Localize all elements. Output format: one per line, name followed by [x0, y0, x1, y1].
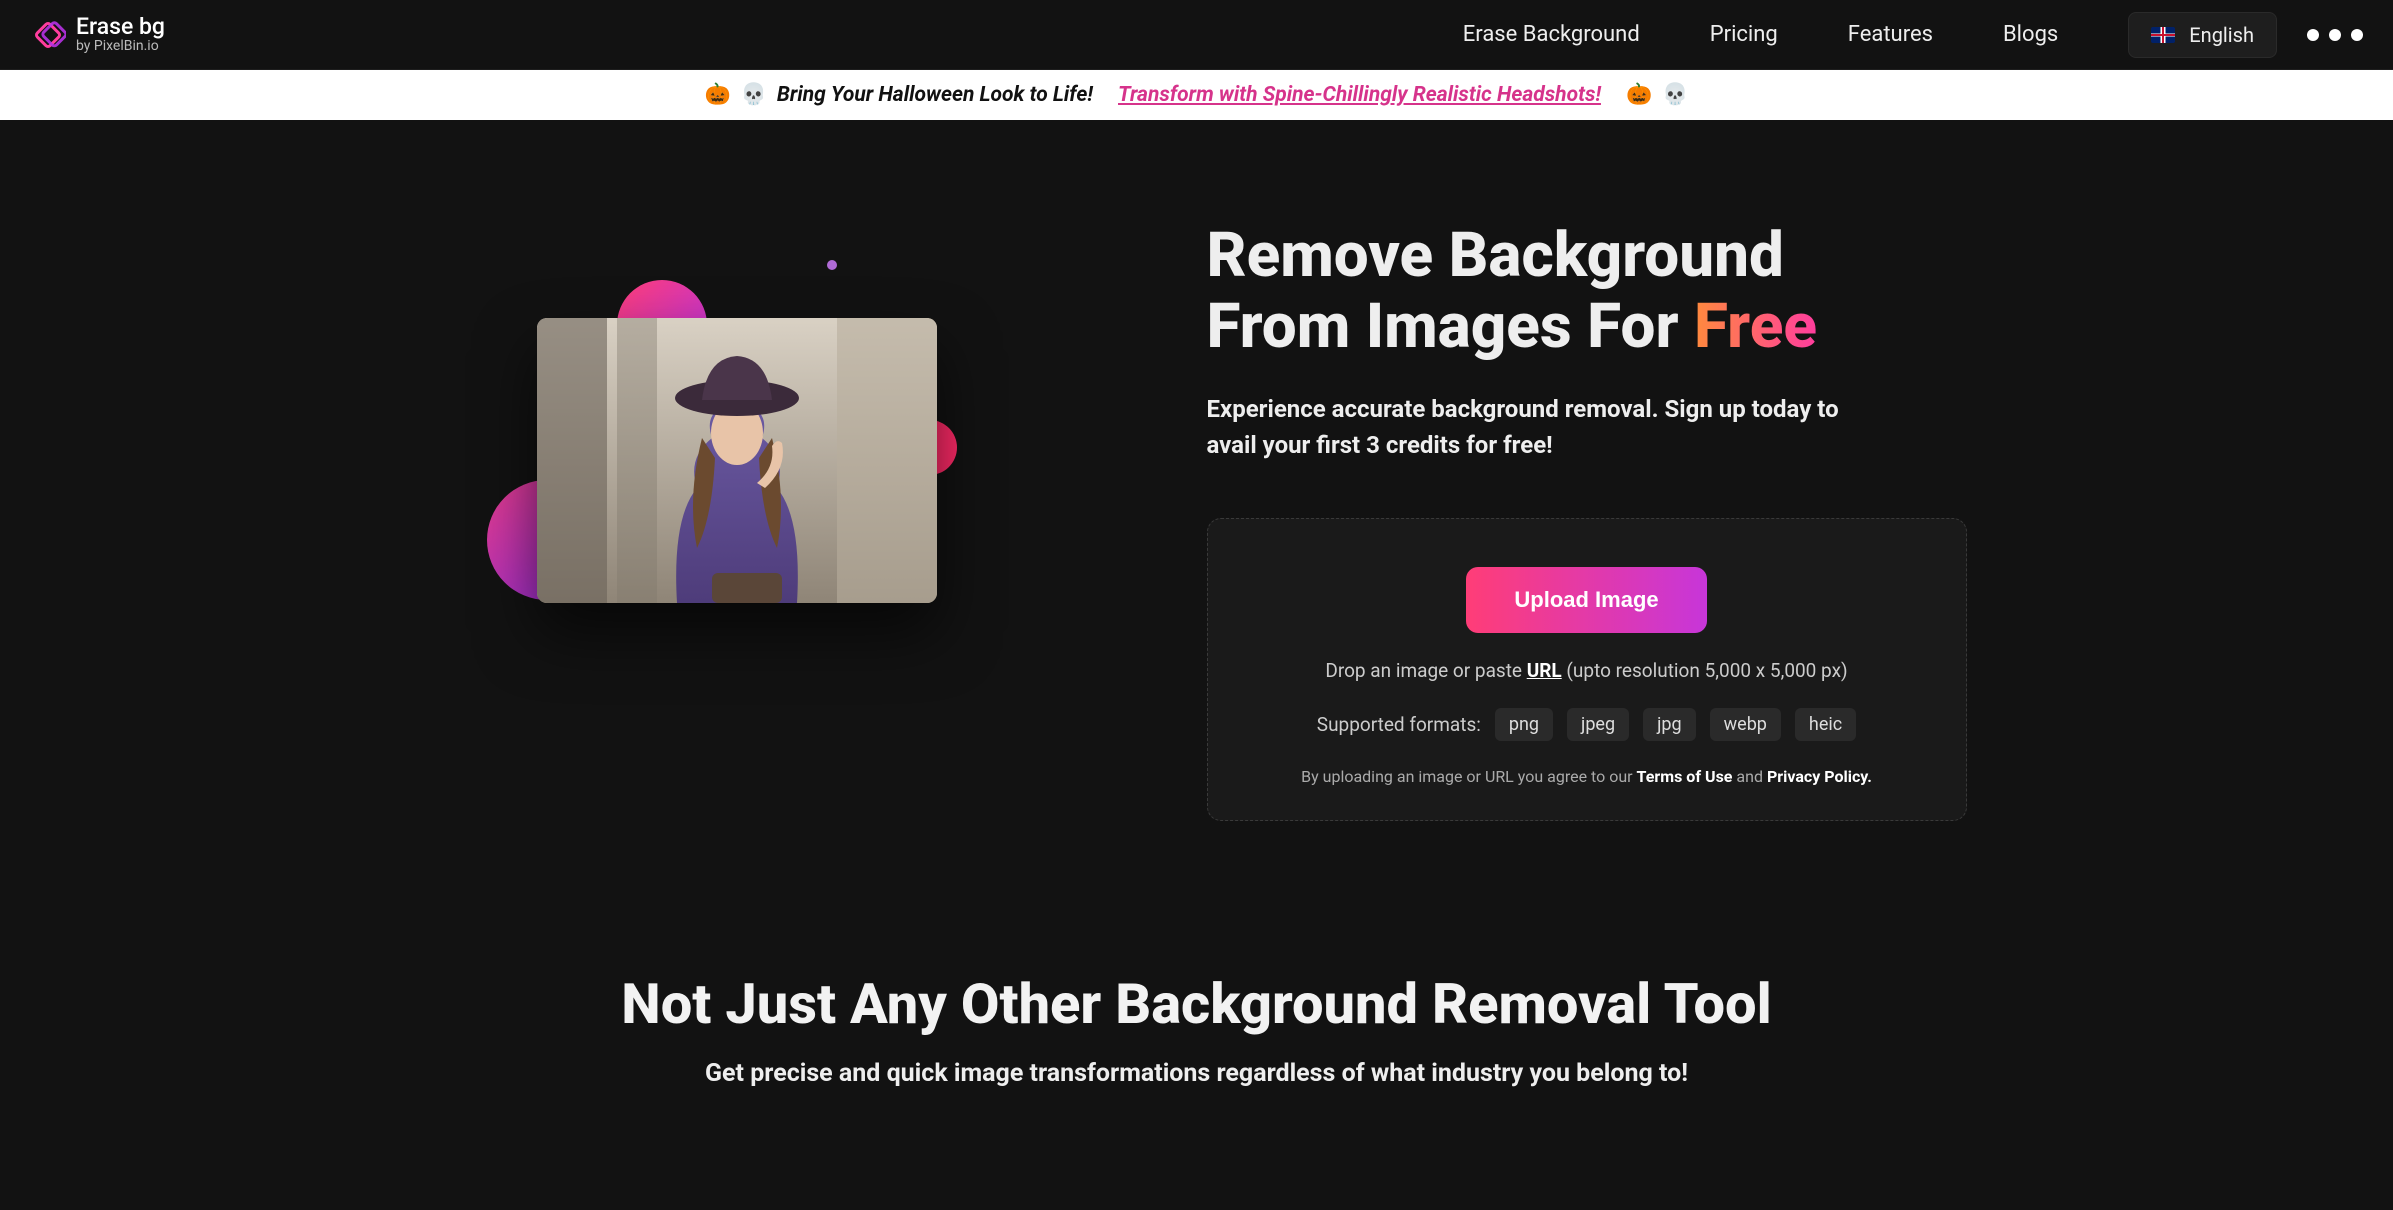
hero-title-line1: Remove Background — [1207, 219, 1784, 292]
terms-prefix: By uploading an image or URL you agree t… — [1301, 767, 1636, 786]
hero-title: Remove Background From Images For Free — [1207, 220, 1967, 363]
promo-text: Bring Your Halloween Look to Life! — [777, 83, 1093, 107]
hero-title-free: Free — [1694, 290, 1817, 363]
header-right-controls: English — [2128, 12, 2363, 58]
nav-erase-background[interactable]: Erase Background — [1463, 22, 1640, 47]
terms-line: By uploading an image or URL you agree t… — [1301, 767, 1872, 786]
section2-heading: Not Just Any Other Background Removal To… — [40, 971, 2353, 1037]
skull-icon: 💀 — [1662, 83, 1688, 107]
nav-pricing[interactable]: Pricing — [1710, 22, 1778, 47]
supported-formats: Supported formats: png jpeg jpg webp hei… — [1317, 708, 1856, 741]
format-badge: png — [1495, 708, 1553, 741]
decorative-bubble — [827, 260, 837, 270]
dot-icon — [2351, 29, 2363, 41]
language-label: English — [2189, 23, 2254, 47]
main-nav: Erase Background Pricing Features Blogs … — [1463, 12, 2363, 58]
pumpkin-icon: 🎃 — [705, 83, 731, 107]
dot-icon — [2329, 29, 2341, 41]
hero-title-line2a: From Images For — [1207, 290, 1694, 363]
language-selector[interactable]: English — [2128, 12, 2277, 58]
terms-of-use-link[interactable]: Terms of Use — [1637, 767, 1733, 786]
drop-prefix: Drop an image or paste — [1325, 659, 1526, 682]
nav-blogs[interactable]: Blogs — [2003, 22, 2058, 47]
format-badge: jpeg — [1567, 708, 1629, 741]
uk-flag-icon — [2151, 27, 2175, 43]
promo-banner: 🎃 💀 Bring Your Halloween Look to Life! T… — [0, 70, 2393, 120]
promo-link[interactable]: Transform with Spine-Chillingly Realisti… — [1118, 83, 1601, 107]
section2-sub: Get precise and quick image transformati… — [40, 1059, 2353, 1088]
hero-sample-image — [537, 318, 937, 603]
format-badge: webp — [1710, 708, 1781, 741]
logo-subtitle: by PixelBin.io — [76, 39, 165, 54]
nav-features[interactable]: Features — [1848, 22, 1933, 47]
hero-subtitle: Experience accurate background removal. … — [1207, 391, 1887, 463]
drop-suffix: (upto resolution 5,000 x 5,000 px) — [1562, 659, 1848, 682]
hero-section: Remove Background From Images For Free E… — [0, 120, 2393, 881]
terms-and: and — [1732, 767, 1767, 786]
dot-icon — [2307, 29, 2319, 41]
hero-content: Remove Background From Images For Free E… — [1207, 220, 1967, 821]
section-not-just-any: Not Just Any Other Background Removal To… — [0, 881, 2393, 1128]
upload-dropzone[interactable]: Upload Image Drop an image or paste URL … — [1207, 518, 1967, 821]
drop-instruction: Drop an image or paste URL (upto resolut… — [1325, 659, 1847, 682]
formats-label: Supported formats: — [1317, 713, 1481, 736]
upload-image-button[interactable]: Upload Image — [1466, 567, 1706, 633]
paste-url-link[interactable]: URL — [1527, 659, 1562, 682]
logo-title: Erase bg — [76, 14, 165, 39]
pumpkin-icon: 🎃 — [1626, 83, 1652, 107]
format-badge: jpg — [1643, 708, 1696, 741]
format-badge: heic — [1795, 708, 1856, 741]
logo-text: Erase bg by PixelBin.io — [76, 14, 165, 55]
logo[interactable]: Erase bg by PixelBin.io — [30, 14, 165, 55]
logo-icon — [30, 17, 66, 53]
skull-icon: 💀 — [741, 83, 767, 107]
privacy-policy-link[interactable]: Privacy Policy. — [1767, 767, 1872, 786]
header: Erase bg by PixelBin.io Erase Background… — [0, 0, 2393, 70]
menu-dots[interactable] — [2307, 29, 2363, 41]
hero-illustration — [427, 220, 1047, 700]
